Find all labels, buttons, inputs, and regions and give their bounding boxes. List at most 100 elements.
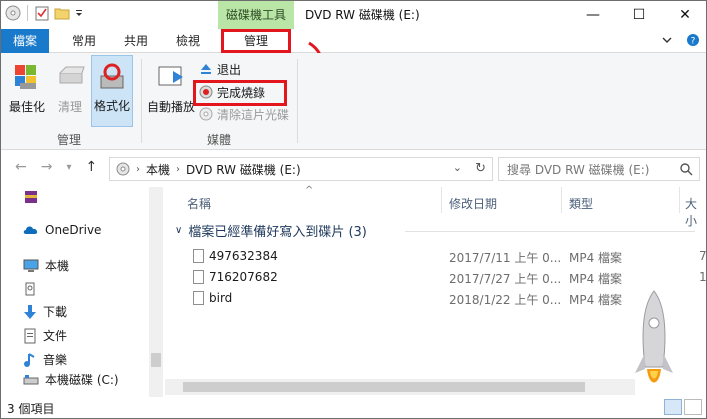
nav-item-music[interactable]: 音樂 (23, 351, 67, 368)
file-date: 2018/1/22 上午 0... (449, 293, 562, 307)
search-input[interactable]: 搜尋 DVD RW 磁碟機 (E:) (498, 157, 700, 181)
breadcrumb-this-pc[interactable]: 本機 (146, 161, 170, 178)
disc-icon[interactable] (5, 5, 21, 21)
group-media-label: 媒體 (207, 133, 232, 147)
navigation-pane: OneDrive 本機 下載 文件 音樂 本機磁碟 (C:) (1, 187, 163, 397)
horizontal-scrollbar[interactable] (165, 379, 635, 395)
winrar-icon (25, 191, 37, 203)
optimize-button[interactable]: 最佳化 (5, 61, 49, 115)
autoplay-button[interactable]: 自動播放 (145, 61, 197, 115)
nav-item-downloads[interactable]: 下載 (23, 303, 67, 320)
nav-item-3d-objects[interactable] (23, 281, 37, 297)
document-icon (24, 328, 36, 343)
file-list: 名稱 ^ 修改日期 類型 大小 ∨ 檔案已經準備好寫入到碟片 (3) 49763… (165, 185, 707, 397)
address-bar[interactable]: › 本機 › DVD RW 磁碟機 (E:) ⌄ ↻ (109, 157, 493, 181)
music-icon (24, 352, 35, 367)
item-count: 3 個項目 (7, 402, 55, 416)
autoplay-label: 自動播放 (146, 100, 195, 114)
recent-chevron-icon[interactable]: ▾ (66, 162, 71, 175)
tab-share[interactable]: 共用 (111, 29, 161, 53)
column-size[interactable]: 大小 (685, 195, 706, 229)
file-size: 7 (699, 249, 707, 263)
chevron-down-icon[interactable]: ⌄ (453, 161, 462, 174)
large-icons-view-icon[interactable] (684, 399, 702, 415)
tab-home[interactable]: 常用 (59, 29, 109, 53)
hard-drive-icon (23, 374, 39, 384)
back-icon[interactable]: ← (15, 159, 27, 175)
sort-ascending-icon: ^ (305, 185, 314, 196)
scrollbar-thumb[interactable] (151, 353, 161, 367)
navpane-scrollbar[interactable] (149, 187, 163, 397)
quick-access-toolbar (5, 5, 84, 21)
divider (141, 59, 142, 143)
onedrive-icon (23, 226, 38, 234)
group-manage-label: 管理 (57, 133, 82, 147)
erase-disc-button[interactable]: 清除這片光碟 (199, 104, 289, 124)
divider[interactable] (679, 187, 680, 213)
search-icon (680, 163, 693, 176)
nav-item-documents[interactable]: 文件 (23, 327, 67, 344)
cleanup-button[interactable]: 清理 (51, 61, 89, 115)
search-placeholder: 搜尋 DVD RW 磁碟機 (E:) (507, 162, 650, 177)
format-icon (100, 63, 124, 89)
eject-button[interactable]: 退出 (199, 59, 241, 79)
erase-disc-label: 清除這片光碟 (217, 107, 290, 122)
file-size: 1 (699, 270, 707, 284)
divider[interactable] (561, 187, 562, 213)
nav-label-onedrive: OneDrive (45, 223, 102, 237)
title-bar: 磁碟機工具 DVD RW 磁碟機 (E:) — ☐ ✕ (1, 1, 706, 29)
divider (27, 5, 28, 21)
nav-label-music: 音樂 (43, 353, 68, 367)
group-header[interactable]: ∨ 檔案已經準備好寫入到碟片 (3) (175, 221, 367, 240)
view-buttons (664, 399, 702, 415)
close-button[interactable]: ✕ (662, 1, 706, 29)
scrollbar-thumb[interactable] (183, 382, 585, 392)
refresh-icon[interactable]: ↻ (475, 161, 486, 176)
tab-file[interactable]: 檔案 (1, 29, 49, 53)
ribbon-tabs: 檔案 常用 共用 檢視 管理 ? (1, 29, 706, 53)
file-icon (193, 291, 204, 305)
nav-label-downloads: 下載 (43, 305, 68, 319)
divider (405, 231, 695, 232)
optimize-icon (15, 65, 36, 89)
breadcrumb-current[interactable]: DVD RW 磁碟機 (E:) (186, 161, 301, 178)
cleanup-icon (59, 66, 85, 84)
help-icon[interactable]: ? (686, 33, 700, 47)
nav-label-local-disk-c: 本機磁碟 (C:) (45, 373, 119, 387)
table-row[interactable]: 497632384 2017/7/11 上午 0... MP4 檔案 7 (165, 246, 707, 267)
nav-item-this-pc[interactable]: 本機 (23, 257, 69, 274)
nav-label-this-pc: 本機 (45, 259, 70, 273)
customize-qat-icon[interactable] (74, 5, 84, 21)
column-date[interactable]: 修改日期 (449, 195, 497, 212)
status-bar: 3 個項目 (1, 397, 706, 418)
format-button[interactable]: 格式化 (91, 55, 133, 127)
minimize-button[interactable]: — (570, 1, 616, 29)
nav-item-onedrive[interactable]: OneDrive (23, 223, 101, 237)
up-icon[interactable]: ↑ (86, 159, 98, 175)
new-folder-icon[interactable] (54, 5, 70, 21)
svg-text:?: ? (691, 37, 696, 47)
nav-item-winrar[interactable] (23, 189, 39, 205)
format-label: 格式化 (93, 99, 130, 113)
breadcrumb-separator-icon[interactable]: › (136, 164, 140, 175)
tab-view[interactable]: 檢視 (163, 29, 213, 53)
column-type[interactable]: 類型 (569, 195, 593, 212)
nav-item-local-disk-c[interactable]: 本機磁碟 (C:) (23, 371, 119, 388)
file-date: 2017/7/27 上午 0... (449, 272, 562, 286)
maximize-button[interactable]: ☐ (616, 1, 662, 29)
breadcrumb-separator-icon[interactable]: › (176, 164, 180, 175)
file-name: bird (209, 291, 233, 305)
computer-icon (23, 259, 39, 272)
table-row[interactable]: bird 2018/1/22 上午 0... MP4 檔案 (165, 288, 706, 309)
file-type: MP4 檔案 (569, 272, 623, 286)
divider[interactable] (441, 187, 442, 213)
chevron-down-icon[interactable] (662, 35, 672, 45)
file-name: 716207682 (209, 270, 278, 284)
column-name[interactable]: 名稱 (187, 195, 211, 212)
details-view-icon[interactable] (664, 399, 682, 415)
forward-icon[interactable]: → (41, 159, 53, 175)
group-header-label: 檔案已經準備好寫入到碟片 (3) (188, 225, 367, 240)
properties-icon[interactable] (34, 5, 50, 21)
eject-label: 退出 (217, 62, 242, 77)
table-row[interactable]: 716207682 2017/7/27 上午 0... MP4 檔案 1 (165, 267, 707, 288)
